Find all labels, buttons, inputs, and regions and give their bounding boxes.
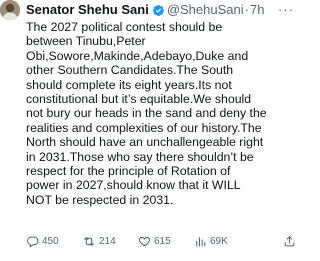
author-handle[interactable]: @ShehuSani (167, 1, 244, 19)
separator-dot: · (244, 2, 249, 17)
views-button[interactable]: 69K (194, 235, 254, 248)
repost-button[interactable]: 214 (82, 235, 138, 248)
avatar-image (0, 0, 20, 20)
views-count: 69K (210, 235, 228, 247)
reply-icon (26, 235, 39, 248)
tweet-timestamp[interactable]: 7h (250, 1, 264, 19)
author-name[interactable]: Senator Shehu Sani (26, 1, 149, 19)
tweet-text: The 2027 political contest should be bet… (26, 20, 267, 207)
tweet-header: Senator Shehu Sani @ShehuSani · 7h ··· (26, 1, 294, 19)
more-options-icon[interactable]: ··· (278, 1, 294, 19)
repost-count: 214 (99, 235, 116, 247)
reply-count: 450 (42, 235, 59, 247)
reply-button[interactable]: 450 (26, 235, 82, 248)
repost-icon (82, 235, 96, 248)
share-button[interactable] (283, 235, 296, 248)
like-button[interactable]: 615 (138, 235, 194, 248)
like-count: 615 (154, 235, 171, 247)
share-icon (283, 235, 296, 248)
tweet[interactable]: Senator Shehu Sani @ShehuSani · 7h ··· T… (0, 0, 300, 261)
heart-icon (138, 235, 151, 248)
avatar[interactable] (0, 0, 20, 20)
tweet-actions: 450 214 615 69K (26, 233, 296, 249)
views-chart-icon (194, 235, 207, 248)
verified-badge-icon (152, 4, 165, 17)
